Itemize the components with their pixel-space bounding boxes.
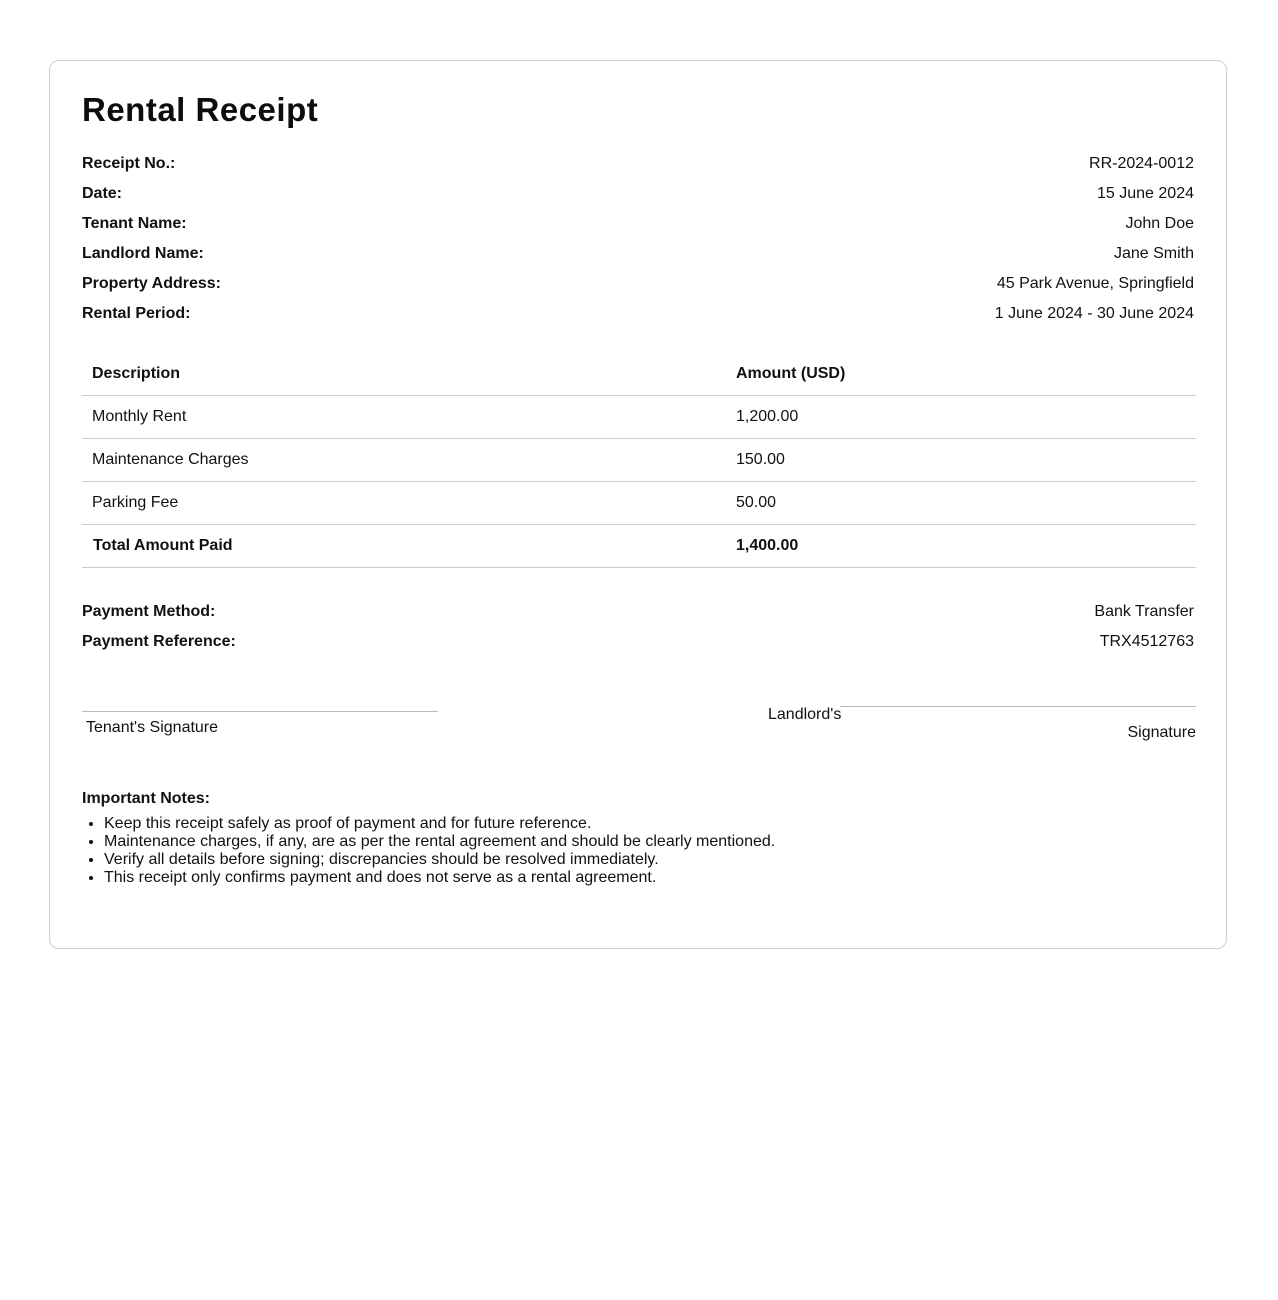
table-row: Monthly Rent 1,200.00 xyxy=(82,395,1196,439)
detail-value: TRX4512763 xyxy=(1099,633,1194,650)
receipt-card: Rental Receipt Receipt No.: RR-2024-0012… xyxy=(49,60,1227,949)
detail-row-date: Date: 15 June 2024 xyxy=(82,183,1194,213)
detail-row-payment-reference: Payment Reference: TRX4512763 xyxy=(82,631,1194,661)
detail-label: Payment Method: xyxy=(82,603,216,620)
detail-row-landlord-name: Landlord Name: Jane Smith xyxy=(82,243,1194,273)
total-amount: 1,400.00 xyxy=(726,524,1196,568)
detail-value: RR-2024-0012 xyxy=(1089,155,1194,172)
detail-row-property-address: Property Address: 45 Park Avenue, Spring… xyxy=(82,273,1194,303)
notes-title: Important Notes: xyxy=(82,790,210,807)
detail-value: Bank Transfer xyxy=(1094,603,1194,620)
charge-amount: 50.00 xyxy=(726,481,1196,525)
detail-label: Tenant Name: xyxy=(82,215,187,232)
list-item: This receipt only confirms payment and d… xyxy=(104,869,1194,887)
charge-description: Parking Fee xyxy=(82,481,726,525)
column-header-amount: Amount (USD) xyxy=(726,353,1196,396)
detail-value: John Doe xyxy=(1125,215,1195,232)
tenant-signature-line xyxy=(82,711,438,712)
list-item: Maintenance charges, if any, are as per … xyxy=(104,833,1194,851)
payment-details: Payment Method: Bank Transfer Payment Re… xyxy=(82,601,1194,661)
list-item: Verify all details before signing; discr… xyxy=(104,851,1194,869)
landlord-signature-line xyxy=(840,706,1196,707)
detail-label: Rental Period: xyxy=(82,305,191,322)
important-notes: Important Notes: Keep this receipt safel… xyxy=(82,789,1194,887)
charge-amount: 150.00 xyxy=(726,438,1196,482)
detail-label: Payment Reference: xyxy=(82,633,236,650)
total-row: Total Amount Paid 1,400.00 xyxy=(82,524,1196,568)
detail-label: Date: xyxy=(82,185,123,202)
charges-table: Description Amount (USD) Monthly Rent 1,… xyxy=(82,353,1196,568)
detail-row-tenant-name: Tenant Name: John Doe xyxy=(82,213,1194,243)
page-title: Rental Receipt xyxy=(82,91,319,128)
landlord-signature-label: Landlord's xyxy=(768,706,842,723)
landlord-signature-label-continued: Signature xyxy=(1127,724,1197,741)
tenant-signature-label: Tenant's Signature xyxy=(86,719,219,736)
detail-row-payment-method: Payment Method: Bank Transfer xyxy=(82,601,1194,631)
charge-description: Monthly Rent xyxy=(82,395,726,439)
notes-list: Keep this receipt safely as proof of pay… xyxy=(82,815,1194,887)
landlord-signature-block: Landlord's Signature xyxy=(768,706,1196,746)
detail-value: 15 June 2024 xyxy=(1097,185,1194,202)
charge-amount: 1,200.00 xyxy=(726,395,1196,439)
detail-label: Property Address: xyxy=(82,275,221,292)
table-row: Maintenance Charges 150.00 xyxy=(82,438,1196,482)
table-header-row: Description Amount (USD) xyxy=(82,353,1196,396)
detail-value: 45 Park Avenue, Springfield xyxy=(996,275,1194,292)
detail-row-receipt-no: Receipt No.: RR-2024-0012 xyxy=(82,153,1194,183)
detail-row-rental-period: Rental Period: 1 June 2024 - 30 June 202… xyxy=(82,303,1194,333)
column-header-description: Description xyxy=(82,353,726,396)
detail-value: Jane Smith xyxy=(1113,245,1194,262)
receipt-details: Receipt No.: RR-2024-0012 Date: 15 June … xyxy=(82,153,1194,333)
detail-label: Receipt No.: xyxy=(82,155,176,172)
table-row: Parking Fee 50.00 xyxy=(82,481,1196,525)
detail-label: Landlord Name: xyxy=(82,245,204,262)
tenant-signature-block: Tenant's Signature xyxy=(82,711,438,737)
total-label: Total Amount Paid xyxy=(82,524,726,568)
list-item: Keep this receipt safely as proof of pay… xyxy=(104,815,1194,833)
detail-value: 1 June 2024 - 30 June 2024 xyxy=(994,305,1194,322)
charge-description: Maintenance Charges xyxy=(82,438,726,482)
